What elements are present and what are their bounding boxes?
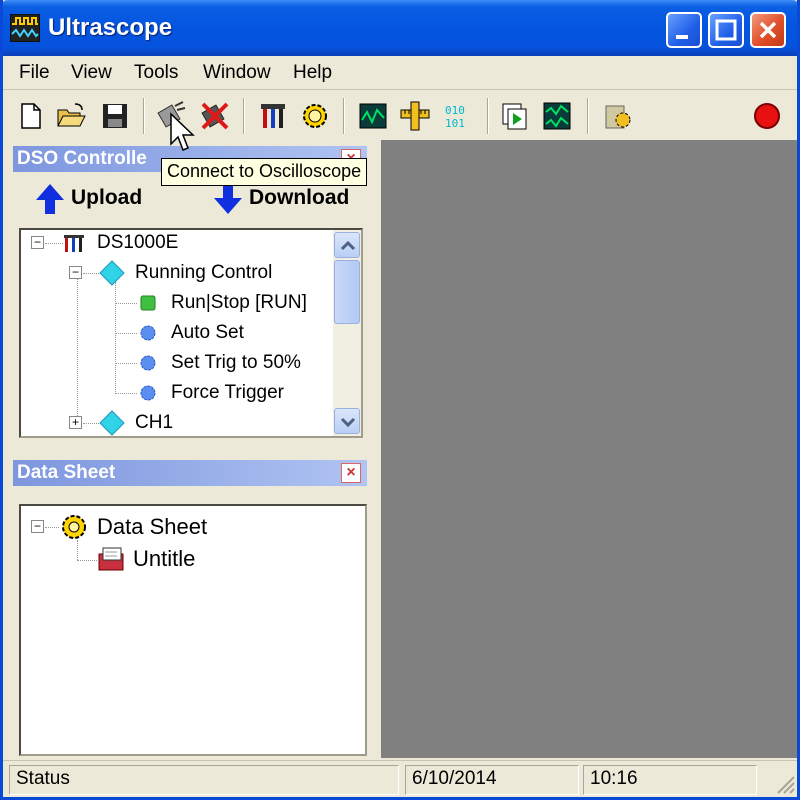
mouse-cursor-icon	[167, 112, 195, 156]
close-button[interactable]	[750, 12, 786, 48]
save-disk-icon[interactable]	[99, 100, 131, 132]
tooltip: Connect to Oscilloscope	[161, 158, 368, 186]
waveform-icon[interactable]	[357, 100, 389, 132]
svg-text:101: 101	[445, 117, 465, 130]
dso-tree-scrollbar[interactable]	[333, 230, 361, 436]
status-text: Status	[9, 765, 399, 795]
tree-collapse-toggle[interactable]: −	[31, 236, 44, 249]
menu-window[interactable]: Window	[203, 62, 271, 84]
tree-item-set-trig[interactable]: Set Trig to 50%	[171, 352, 301, 374]
mdi-workspace	[381, 140, 797, 758]
tree-item-ch1[interactable]: CH1	[135, 412, 173, 434]
upload-arrow-icon[interactable]	[33, 182, 67, 216]
status-date: 6/10/2014	[405, 765, 579, 795]
dso-tree: − DS1000E − Running Control Run|Stop [RU…	[19, 228, 363, 438]
document-icon	[97, 546, 127, 574]
menu-help[interactable]: Help	[293, 62, 332, 84]
measure-ruler-icon[interactable]	[399, 100, 431, 132]
minimize-button[interactable]	[666, 12, 702, 48]
ch1-icon	[99, 410, 125, 436]
menu-view[interactable]: View	[71, 62, 112, 84]
title-bar[interactable]: Ultrascope	[3, 0, 797, 56]
binary-data-icon[interactable]: 010 101	[443, 100, 475, 132]
set-trig-icon	[139, 354, 157, 372]
running-control-icon	[99, 260, 125, 286]
data-sheet-panel-title: Data Sheet	[17, 462, 116, 483]
app-window: Ultrascope File View Tools Window Help 0…	[0, 0, 800, 800]
resize-grip-icon[interactable]	[772, 771, 796, 795]
upload-button[interactable]: Upload	[71, 186, 142, 210]
run-stop-icon	[139, 294, 157, 312]
menu-bar: File View Tools Window Help	[3, 56, 797, 90]
new-file-icon[interactable]	[15, 100, 47, 132]
tree-item-run-stop[interactable]: Run|Stop [RUN]	[171, 292, 307, 314]
copy-play-icon[interactable]	[499, 100, 531, 132]
force-trigger-icon	[139, 384, 157, 402]
tree-item-running-control[interactable]: Running Control	[135, 262, 272, 284]
dso-panel-title: DSO Controlle	[17, 148, 147, 169]
menu-tools[interactable]: Tools	[134, 62, 178, 84]
config-icon[interactable]	[601, 100, 633, 132]
data-sheet-panel: Data Sheet × − Data Sheet Untitle	[13, 460, 367, 758]
disconnect-icon[interactable]	[199, 100, 231, 132]
menu-file[interactable]: File	[19, 62, 50, 84]
tree-item-auto-set[interactable]: Auto Set	[171, 322, 244, 344]
data-sheet-gear-icon	[59, 512, 89, 542]
svg-text:010: 010	[445, 104, 465, 117]
status-time: 10:16	[583, 765, 757, 795]
maximize-button[interactable]	[708, 12, 744, 48]
auto-set-icon	[139, 324, 157, 342]
tools-icon[interactable]	[257, 100, 289, 132]
data-sheet-collapse-toggle[interactable]: −	[31, 520, 44, 533]
tree-item-force-trigger[interactable]: Force Trigger	[171, 382, 284, 404]
data-sheet-panel-header: Data Sheet ×	[13, 460, 367, 486]
app-logo-icon	[9, 13, 41, 43]
ch1-expand-toggle[interactable]: +	[69, 416, 82, 429]
settings-gear-icon[interactable]	[299, 100, 331, 132]
data-sheet-tree: − Data Sheet Untitle	[19, 504, 367, 756]
tree-item-untitle[interactable]: Untitle	[133, 546, 195, 572]
device-icon	[63, 232, 85, 254]
stop-record-icon[interactable]	[751, 100, 783, 132]
status-bar: Status 6/10/2014 10:16	[3, 760, 797, 797]
scroll-thumb[interactable]	[334, 260, 360, 324]
record-waveform-icon[interactable]	[541, 100, 573, 132]
open-folder-icon[interactable]	[55, 100, 87, 132]
toolbar: 010 101	[3, 92, 797, 140]
running-control-toggle[interactable]: −	[69, 266, 82, 279]
tree-item-ds1000e[interactable]: DS1000E	[97, 232, 178, 254]
dso-controller-panel: DSO Controlle × Upload Download − DS1000…	[13, 146, 367, 444]
data-sheet-panel-close-button[interactable]: ×	[341, 463, 361, 483]
scroll-down-button[interactable]	[334, 408, 360, 434]
scroll-up-button[interactable]	[334, 232, 360, 258]
download-button[interactable]: Download	[249, 186, 349, 210]
window-title: Ultrascope	[48, 14, 173, 41]
tree-item-data-sheet[interactable]: Data Sheet	[97, 514, 207, 540]
download-arrow-icon[interactable]	[211, 182, 245, 216]
